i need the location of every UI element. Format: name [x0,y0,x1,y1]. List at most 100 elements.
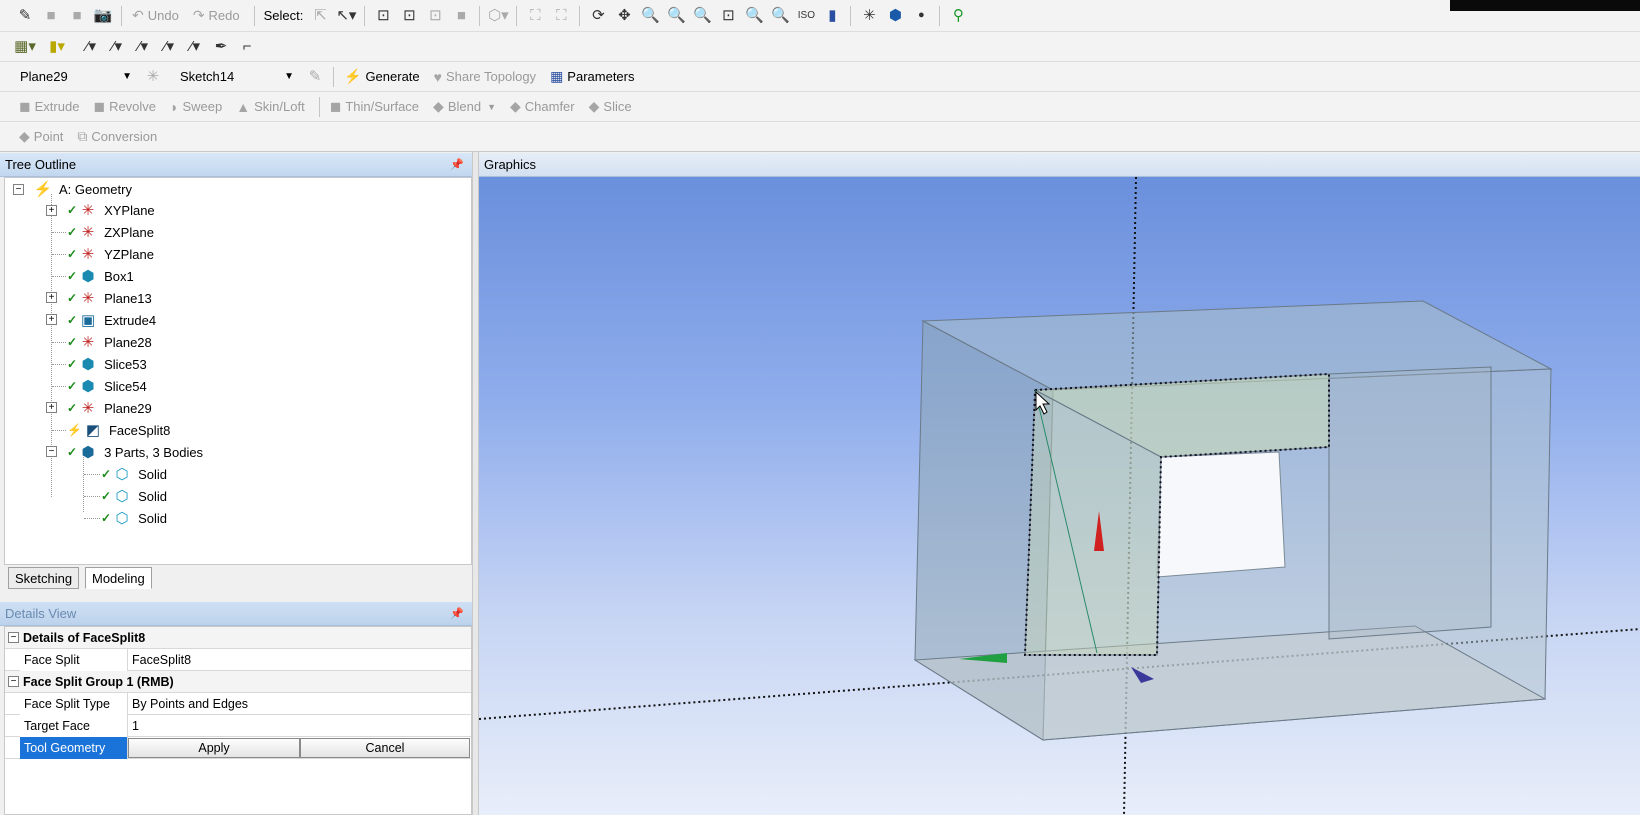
chamfer-button[interactable]: ◆ Chamfer [505,95,580,119]
select-face-icon[interactable]: ⊡ [424,5,446,27]
collapse-toggle[interactable]: − [8,676,19,687]
redo-button[interactable]: ↷ Redo [188,4,245,28]
graphics-options-icon[interactable]: ⚲ [947,5,969,27]
panel-splitter[interactable] [472,152,479,815]
plane-icon: ✳ [81,290,95,307]
pin-tool-icon[interactable]: ✒ [210,36,232,58]
graphics-viewport[interactable] [479,177,1640,815]
new-sketch-icon[interactable]: ✎ [304,66,326,88]
iso-view-icon[interactable]: ISO [795,5,817,27]
tree-node-slice54[interactable]: ✓ ⬢ Slice54 [67,375,147,397]
tab-modeling[interactable]: Modeling [85,567,152,589]
zoom-in-icon[interactable]: 🔍 [691,5,713,27]
generate-button[interactable]: ⚡ Generate [339,65,425,89]
tree-node-yzplane[interactable]: ✓ ✳ YZPlane [67,243,154,265]
expand-toggle[interactable]: + [46,205,57,216]
line-tool-4-icon[interactable]: ⁄▾ [158,36,180,58]
select-vertex-icon[interactable]: ⊡ [372,5,394,27]
expand-toggle[interactable]: + [46,314,57,325]
undo-button[interactable]: ↶ Undo [127,4,184,28]
redo-label: Redo [208,8,240,23]
pin-icon[interactable]: 📌 [450,607,464,620]
box-select-alt-icon[interactable]: ⛶ [550,5,572,27]
sweep-button[interactable]: ◗ Sweep [165,95,227,119]
details-row-target-face[interactable]: Target Face 1 [5,714,471,737]
line-tool-1-icon[interactable]: ⁄▾ [80,36,102,58]
blend-button[interactable]: ◆ Blend ▼ [428,95,501,119]
thin-surface-button[interactable]: ◼ Thin/Surface [325,95,424,119]
share-topology-button[interactable]: ♥ Share Topology [429,65,541,89]
line-tool-3-icon[interactable]: ⁄▾ [132,36,154,58]
revolve-button[interactable]: ◼ Revolve [88,95,161,119]
expand-toggle[interactable]: + [46,402,57,413]
view-options-icon[interactable]: ▮ [821,5,843,27]
tree-node-box1[interactable]: ✓ ⬢ Box1 [67,265,134,287]
property-label: Tool Geometry [20,736,128,759]
new-plane-icon[interactable]: ✳ [142,66,164,88]
line-tool-5-icon[interactable]: ⁄▾ [184,36,206,58]
rotate-icon[interactable]: ⟳ [587,5,609,27]
angle-tool-icon[interactable]: ⌐ [236,36,258,58]
slice-icon: ◆ [588,98,600,114]
conversion-button[interactable]: ⧉ Conversion [72,125,162,149]
parameters-button[interactable]: ▦ Parameters [545,65,639,89]
zoom-out-icon[interactable]: 🔍 [769,5,791,27]
tree-node-solid[interactable]: ✓ ⬡ Solid [101,507,167,529]
tree-node-solid[interactable]: ✓ ⬡ Solid [101,463,167,485]
property-value[interactable]: FaceSplit8 [128,649,471,671]
collapse-toggle[interactable]: − [8,632,19,643]
tree-node-slice53[interactable]: ✓ ⬢ Slice53 [67,353,147,375]
zoom-box-icon[interactable]: 🔍 [665,5,687,27]
zoom-icon[interactable]: 🔍 [639,5,661,27]
save-icon[interactable]: ■ [66,5,88,27]
tree-node-xyplane[interactable]: ✓ ✳ XYPlane [67,199,155,221]
details-row-split-type[interactable]: Face Split Type By Points and Edges [5,692,471,715]
select-mode-icon[interactable]: ↖▾ [335,5,357,27]
open-icon[interactable]: ■ [40,5,62,27]
plane-select[interactable]: Plane29 ▼ [16,65,136,88]
pan-icon[interactable]: ✥ [613,5,635,27]
model-view[interactable] [479,177,1640,815]
property-value[interactable]: 1 [128,715,471,737]
select-edge-icon[interactable]: ⊡ [398,5,420,27]
tree-node-parts-bodies[interactable]: ✓ ⬢ 3 Parts, 3 Bodies [67,441,203,463]
display-point-icon[interactable]: ● [910,5,932,27]
tree-outline-title: Tree Outline 📌 [0,153,472,177]
sketch-select[interactable]: Sketch14 ▼ [176,65,298,88]
point-button[interactable]: ◆ Point [14,125,68,149]
tree-node-facesplit8[interactable]: ⚡ ◩ FaceSplit8 [67,419,170,441]
collapse-toggle[interactable]: − [46,446,57,457]
tree-node-plane29[interactable]: ✓ ✳ Plane29 [67,397,152,419]
tab-sketching[interactable]: Sketching [8,567,80,589]
box-select-icon[interactable]: ⛶ [524,5,546,27]
screenshot-icon[interactable]: 📷 [92,5,114,27]
property-value[interactable]: By Points and Edges [128,693,471,715]
new-icon[interactable]: ✎ [14,5,36,27]
collapse-root-toggle[interactable]: − [13,184,24,195]
select-new-icon[interactable]: ⇱ [309,5,331,27]
extend-selection-icon[interactable]: ⬡▾ [487,5,509,27]
slice-button[interactable]: ◆ Slice [584,95,637,119]
extrude-button[interactable]: ◼ Extrude [14,95,84,119]
tree-node-extrude4[interactable]: ✓ ▣ Extrude4 [67,309,156,331]
tree-node-zxplane[interactable]: ✓ ✳ ZXPlane [67,221,154,243]
face-color-icon[interactable]: ▦▾ [14,36,36,58]
cancel-button[interactable]: Cancel [300,738,470,758]
triad-icon[interactable]: ✳ [858,5,880,27]
expand-toggle[interactable]: + [46,292,57,303]
line-tool-2-icon[interactable]: ⁄▾ [106,36,128,58]
pin-icon[interactable]: 📌 [450,158,464,171]
zoom-fit-icon[interactable]: ⊡ [717,5,739,27]
skin-loft-button[interactable]: ▲ Skin/Loft [231,95,309,119]
select-body-icon[interactable]: ■ [450,5,472,27]
tree-node-solid[interactable]: ✓ ⬡ Solid [101,485,167,507]
apply-button[interactable]: Apply [128,738,300,758]
tree-node-plane28[interactable]: ✓ ✳ Plane28 [67,331,152,353]
edge-color-icon[interactable]: ▮▾ [46,36,68,58]
tree-node-plane13[interactable]: ✓ ✳ Plane13 [67,287,152,309]
details-row-tool-geometry[interactable]: Tool Geometry Apply Cancel [5,736,471,759]
details-row-face-split[interactable]: Face Split FaceSplit8 [5,648,471,671]
display-model-icon[interactable]: ⬢ [884,5,906,27]
tree-node-geometry[interactable]: ⚡ A: Geometry [33,178,132,200]
zoom-to-fit-green-icon[interactable]: 🔍 [743,5,765,27]
